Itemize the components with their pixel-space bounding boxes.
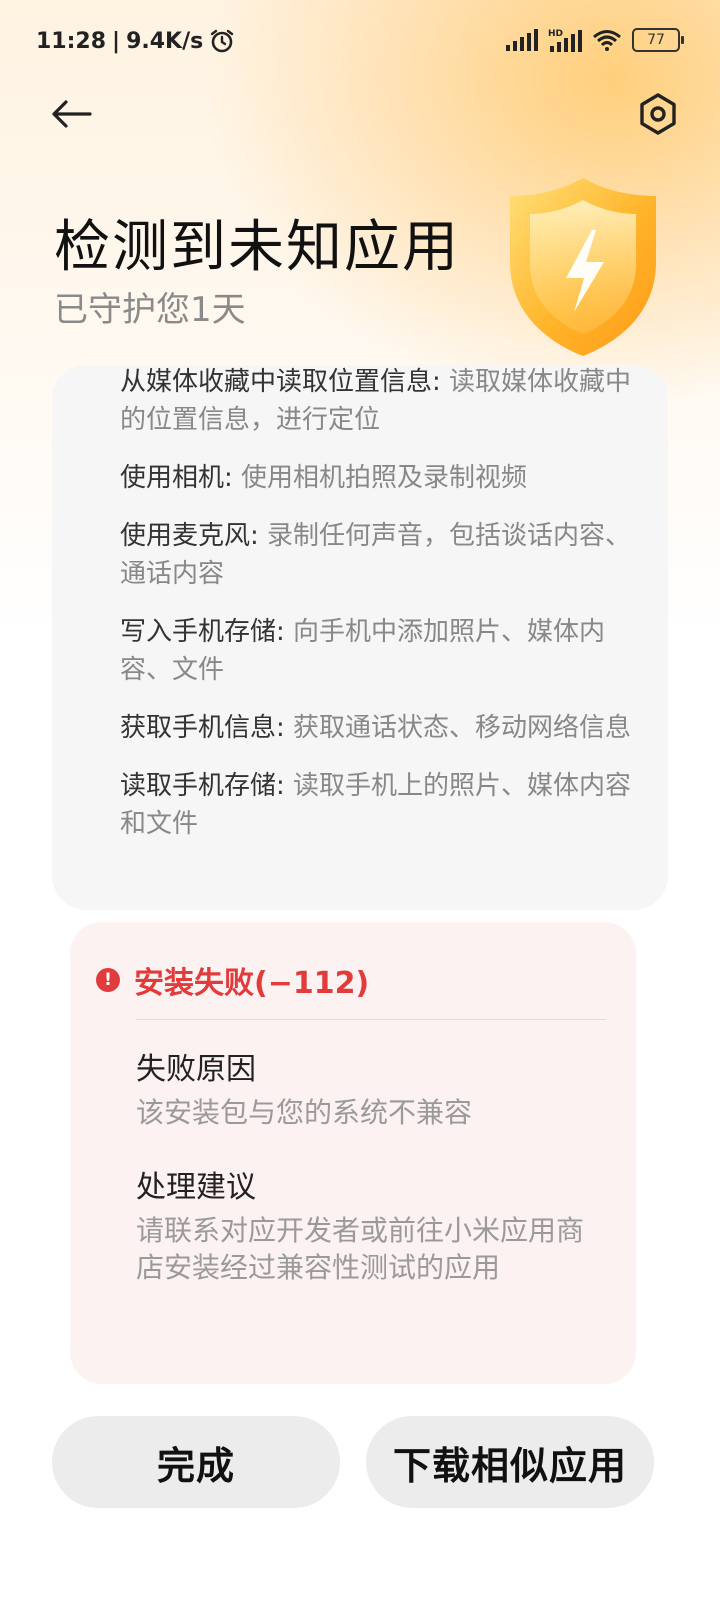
permission-item: 写入手机存储: 向手机中添加照片、媒体内容、文件: [120, 613, 642, 689]
permission-item: 读取手机存储: 读取手机上的照片、媒体内容和文件: [120, 767, 642, 843]
error-title: 安装失败(−112): [134, 966, 370, 1001]
error-header: ! 安装失败(−112): [96, 958, 369, 1002]
permission-desc: 获取通话状态、移动网络信息: [293, 713, 632, 743]
page-title: 检测到未知应用: [54, 215, 460, 280]
install-error-card: ! 安装失败(−112) 失败原因 该安装包与您的系统不兼容 处理建议 请联系对…: [70, 922, 636, 1384]
network-speed: 9.4K/s: [126, 28, 204, 54]
advice-text: 请联系对应开发者或前往小米应用商店安装经过兼容性测试的应用: [136, 1214, 585, 1284]
permission-item: 使用麦克风: 录制任何声音，包括谈话内容、通话内容: [120, 517, 642, 593]
failure-reason-label: 失败原因: [136, 1052, 256, 1087]
svg-text:HD: HD: [548, 29, 563, 39]
permission-desc: 使用相机拍照及录制视频: [241, 463, 528, 493]
permission-name: 从媒体收藏中读取位置信息:: [120, 367, 441, 397]
divider: [136, 1019, 606, 1020]
permission-item: 从媒体收藏中读取位置信息: 读取媒体收藏中的位置信息，进行定位: [120, 365, 642, 439]
permission-name: 使用相机:: [120, 463, 233, 493]
permissions-card: 从媒体收藏中读取位置信息: 读取媒体收藏中的位置信息，进行定位 使用相机: 使用…: [52, 365, 668, 910]
advice-label: 处理建议: [136, 1170, 256, 1205]
permission-name: 写入手机存储:: [120, 617, 285, 647]
status-bar: 11:28 | 9.4K/s HD 77: [0, 0, 720, 84]
signal-icon: [506, 29, 538, 51]
status-separator: |: [112, 28, 121, 54]
permission-item: 使用相机: 使用相机拍照及录制视频: [120, 459, 642, 497]
battery-level: 77: [647, 32, 665, 48]
page-subtitle: 已守护您1天: [54, 290, 246, 330]
permissions-list: 从媒体收藏中读取位置信息: 读取媒体收藏中的位置信息，进行定位 使用相机: 使用…: [120, 365, 642, 863]
error-alert-icon: !: [96, 968, 120, 992]
failure-reason-text: 该安装包与您的系统不兼容: [136, 1096, 473, 1129]
wifi-icon: [593, 30, 621, 51]
shield-lightning-icon: [510, 178, 656, 356]
status-time: 11:28: [36, 28, 107, 54]
permission-name: 获取手机信息:: [120, 713, 285, 743]
hd-signal-icon: HD: [548, 29, 582, 52]
settings-icon[interactable]: [636, 92, 680, 136]
permission-name: 使用麦克风:: [120, 521, 259, 551]
back-arrow-icon[interactable]: [46, 92, 96, 136]
status-right: HD 77: [506, 28, 684, 52]
done-button[interactable]: 完成: [52, 1416, 340, 1508]
alarm-icon: [211, 29, 234, 53]
download-similar-apps-button[interactable]: 下载相似应用: [366, 1416, 654, 1508]
permission-name: 读取手机存储:: [120, 771, 285, 801]
status-left: 11:28 | 9.4K/s: [36, 28, 235, 54]
permission-item: 获取手机信息: 获取通话状态、移动网络信息: [120, 709, 642, 747]
battery-icon: 77: [632, 28, 684, 52]
